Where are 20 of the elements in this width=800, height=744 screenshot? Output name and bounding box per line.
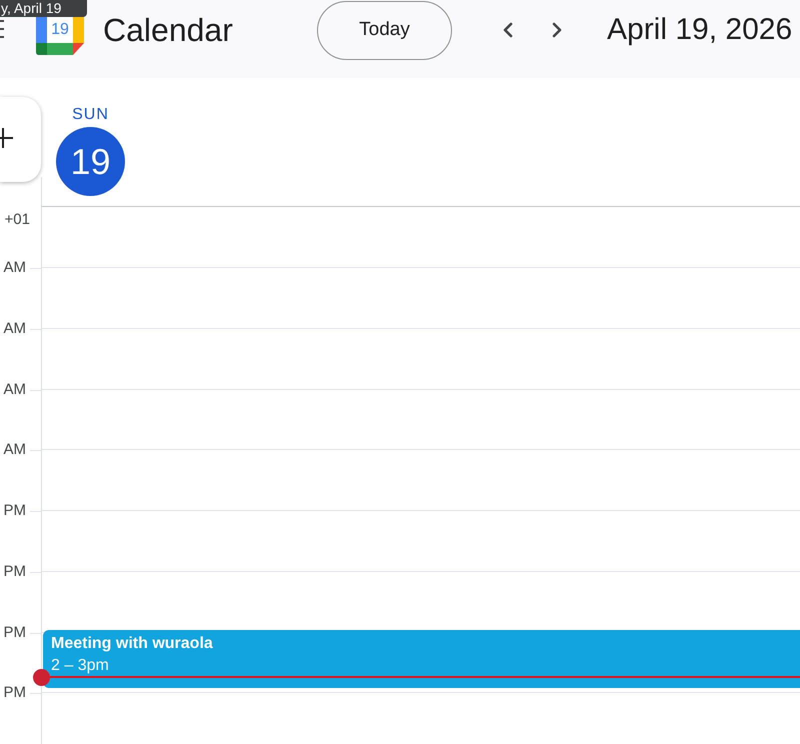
menu-icon[interactable] (0, 20, 4, 38)
today-button[interactable]: Today (317, 0, 452, 60)
time-label: AM (2, 440, 27, 460)
event-title: Meeting with wuraola (51, 634, 214, 654)
time-label: PM (2, 501, 27, 521)
app-title: Calendar (103, 12, 233, 48)
time-label: PM (2, 683, 27, 704)
date-title: April 19, 2026 (607, 12, 792, 48)
day-number-button[interactable]: 19 (56, 127, 125, 196)
weekday-label: SUN (72, 106, 109, 124)
time-label: PM (2, 562, 27, 582)
plus-icon (0, 128, 13, 148)
time-label: PM (2, 622, 27, 642)
time-label: AM (2, 258, 27, 278)
logo-date: 19 (50, 20, 70, 40)
tooltip-text: y, April 19 (1, 0, 62, 17)
timezone-label: +01 (4, 211, 30, 228)
event-time: 2 – 3pm (51, 656, 110, 676)
time-label: AM (2, 318, 27, 339)
time-label: AM (2, 380, 27, 400)
